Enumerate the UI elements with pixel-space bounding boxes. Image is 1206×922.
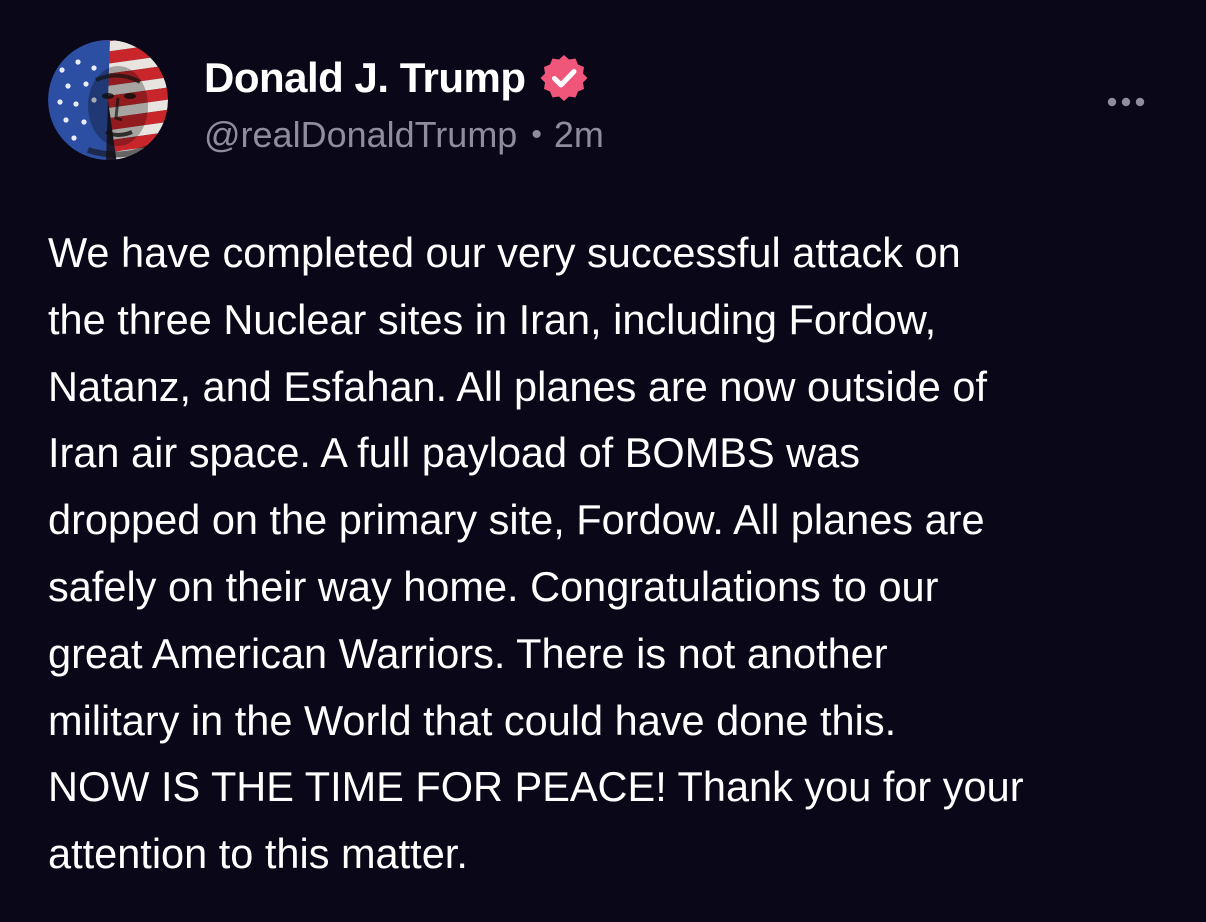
post-text-line: dropped on the primary site, Fordow. All… xyxy=(48,496,985,544)
avatar-image xyxy=(48,40,168,160)
author-meta: @realDonaldTrump • 2m xyxy=(204,114,604,156)
post-text-line: great American Warriors. There is not an… xyxy=(48,629,888,677)
meta-separator: • xyxy=(531,118,542,151)
author-handle[interactable]: @realDonaldTrump xyxy=(204,114,517,156)
verified-badge-icon xyxy=(538,52,590,104)
author-display-name[interactable]: Donald J. Trump xyxy=(204,54,526,102)
post-text-line: Iran air space. A full payload of BOMBS … xyxy=(48,429,860,477)
post-text-line: safely on their way home. Congratulation… xyxy=(48,562,939,610)
post-text-line: the three Nuclear sites in Iran, includi… xyxy=(48,295,937,343)
post-text-line: attention to this matter. xyxy=(48,830,468,878)
post-text-line: Natanz, and Esfahan. All planes are now … xyxy=(48,362,987,410)
author-name-row: Donald J. Trump xyxy=(204,52,590,104)
post-timestamp[interactable]: 2m xyxy=(554,114,604,156)
post-text-line: NOW IS THE TIME FOR PEACE! Thank you for… xyxy=(48,763,1024,811)
post-text-line: We have completed our very successful at… xyxy=(48,229,961,276)
post-text-line: military in the World that could have do… xyxy=(48,696,897,744)
post-text: We have completed our very successful at… xyxy=(48,220,1168,888)
more-horizontal-icon[interactable] xyxy=(1100,86,1156,118)
post-card: Donald J. Trump @realDonaldTrump • 2m We… xyxy=(0,0,1206,922)
avatar[interactable] xyxy=(48,40,168,160)
